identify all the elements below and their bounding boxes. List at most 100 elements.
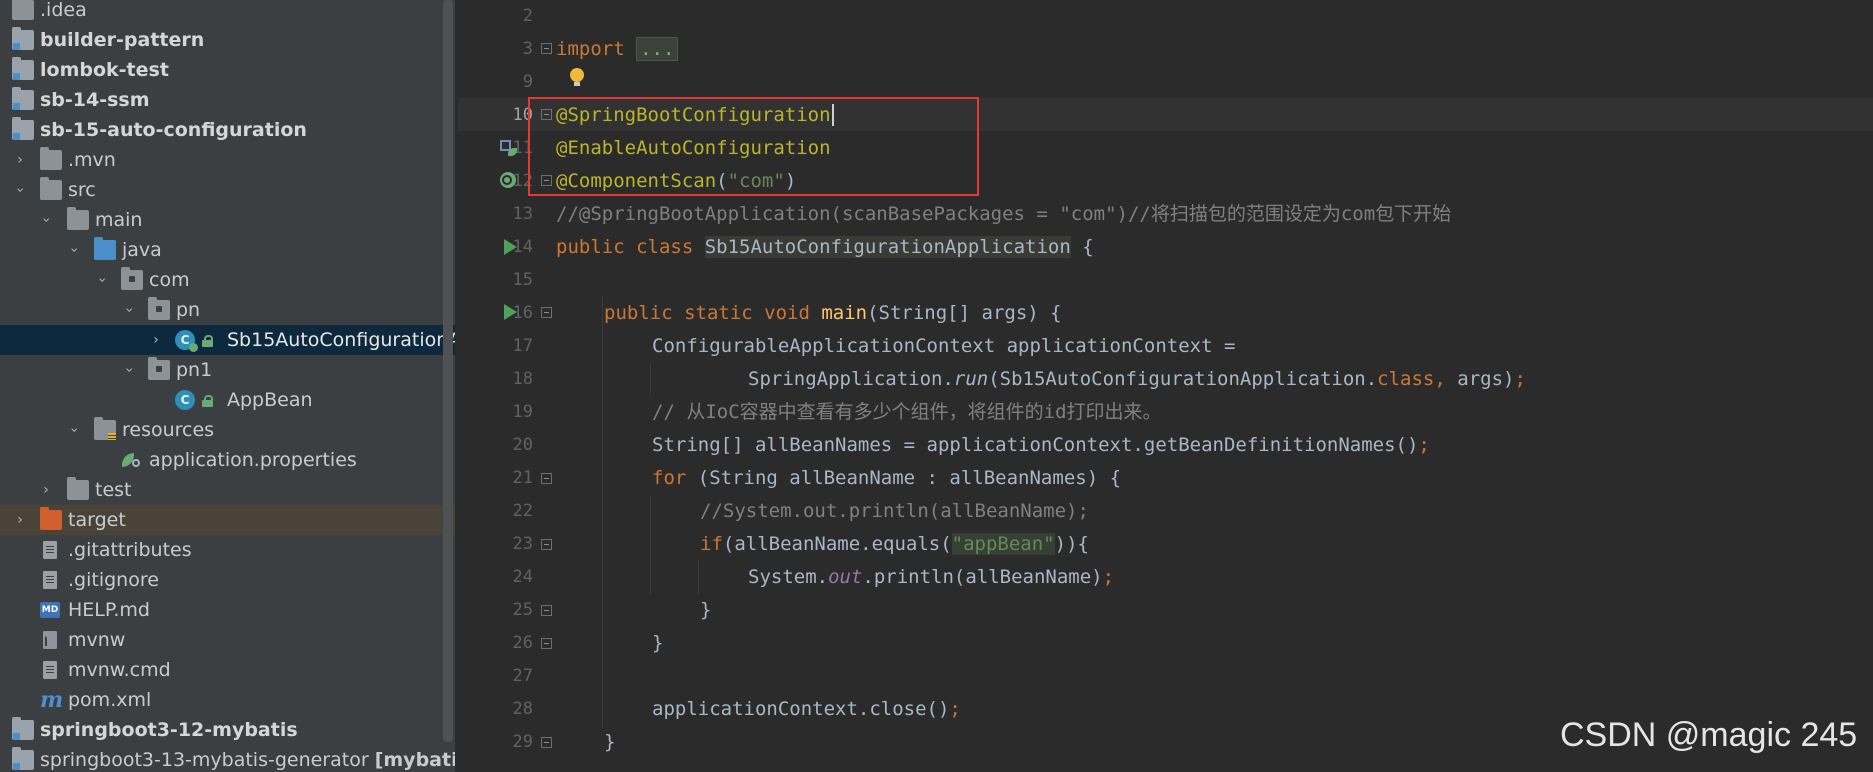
tree-item-label: mvnw.cmd xyxy=(68,659,171,681)
module-folder-icon xyxy=(12,747,34,770)
tree-item-springboot3-12-mybatis[interactable]: springboot3-12-mybatis xyxy=(0,715,455,745)
chevron-down-icon[interactable]: › xyxy=(59,242,89,258)
fold-marker-icon[interactable] xyxy=(541,43,552,54)
tree-item-builder-pattern[interactable]: builder-pattern xyxy=(0,25,455,55)
tree-item-java[interactable]: › java xyxy=(0,235,455,265)
tree-item-label: sb-15-auto-configuration xyxy=(40,119,307,141)
chevron-right-icon[interactable]: › xyxy=(12,145,28,175)
tree-item-label: java xyxy=(122,239,162,261)
tree-item-label: builder-pattern xyxy=(40,29,205,51)
run-icon[interactable] xyxy=(500,302,520,322)
tree-item-com[interactable]: › com xyxy=(0,265,455,295)
chevron-right-icon[interactable]: › xyxy=(12,505,28,535)
line-number: 2 xyxy=(522,6,533,26)
tree-item-appbean[interactable]: C AppBean xyxy=(0,385,455,415)
tree-item-pom-xml[interactable]: m pom.xml xyxy=(0,685,455,715)
tree-item-sb-15-auto-configuration[interactable]: sb-15-auto-configuration xyxy=(0,115,455,145)
code-line-23: if(allBeanName.equals("appBean")){ xyxy=(700,533,1089,555)
fold-marker-icon[interactable] xyxy=(541,473,552,484)
tree-item-gitignore[interactable]: .gitignore xyxy=(0,565,455,595)
tree-item-resources[interactable]: › resources xyxy=(0,415,455,445)
folder-icon xyxy=(40,147,62,170)
line-number: 19 xyxy=(512,402,533,422)
line-number: 12 xyxy=(512,171,533,191)
tree-item-label: .gitignore xyxy=(68,569,159,591)
fold-marker-icon[interactable] xyxy=(541,539,552,550)
module-folder-icon xyxy=(12,57,34,80)
shell-script-icon xyxy=(43,631,57,649)
tree-item-application-properties[interactable]: application.properties xyxy=(0,445,455,475)
tree-item-src[interactable]: › src xyxy=(0,175,455,205)
package-icon xyxy=(148,297,170,320)
line-number: 28 xyxy=(512,699,533,719)
folder-icon xyxy=(40,177,62,200)
tree-item-mvn[interactable]: › .mvn xyxy=(0,145,455,175)
chevron-down-icon[interactable]: › xyxy=(5,182,35,198)
line-number-current: 10 xyxy=(512,105,533,125)
ignore-file-icon xyxy=(43,571,57,589)
chevron-down-icon[interactable]: › xyxy=(59,422,89,438)
tree-item-pn1[interactable]: › pn1 xyxy=(0,355,455,385)
chevron-down-icon[interactable]: › xyxy=(114,302,144,318)
fold-marker-icon[interactable] xyxy=(541,605,552,616)
spring-scan-icon[interactable] xyxy=(498,170,518,190)
chevron-down-icon[interactable]: › xyxy=(114,362,144,378)
line-number: 13 xyxy=(512,204,533,224)
chevron-down-icon[interactable]: › xyxy=(87,272,117,288)
folded-imports[interactable]: ... xyxy=(636,37,679,61)
source-folder-icon xyxy=(94,237,116,260)
code-line-22: //System.out.println(allBeanName); xyxy=(700,500,1089,522)
tree-item-label: com xyxy=(149,269,190,291)
indent-guide xyxy=(650,363,651,396)
code-line-16: public static void main(String[] args) { xyxy=(604,302,1062,324)
chevron-right-icon[interactable]: › xyxy=(38,475,54,505)
tree-item-mvnw-cmd[interactable]: mvnw.cmd xyxy=(0,655,455,685)
line-number: 9 xyxy=(522,72,533,92)
tree-item-label: springboot3-13-mybatis-generator [mybati… xyxy=(40,745,455,772)
tree-item-test[interactable]: › test xyxy=(0,475,455,505)
tree-item-sb15-application[interactable]: › C Sb15AutoConfigurationAp xyxy=(0,325,455,355)
tree-item-help-md[interactable]: MD HELP.md xyxy=(0,595,455,625)
module-folder-icon xyxy=(12,27,34,50)
tree-item-label: main xyxy=(95,209,143,231)
tree-item-springboot3-13-mybatis-generator[interactable]: springboot3-13-mybatis-generator [mybati… xyxy=(0,745,455,772)
git-branch-label: [mybatis-ge xyxy=(374,749,455,771)
line-number: 3 xyxy=(522,39,533,59)
chevron-down-icon[interactable]: › xyxy=(31,212,61,228)
code-line-21: for (String allBeanName : allBeanNames) … xyxy=(652,467,1122,489)
tree-item-sb-14-ssm[interactable]: sb-14-ssm xyxy=(0,85,455,115)
tree-item-lombok-test[interactable]: lombok-test xyxy=(0,55,455,85)
lock-icon xyxy=(202,335,213,347)
run-icon[interactable] xyxy=(500,237,520,257)
tree-item-main[interactable]: › main xyxy=(0,205,455,235)
spring-boot-class-icon: C xyxy=(175,330,198,352)
line-number: 29 xyxy=(512,732,533,752)
fold-marker-icon[interactable] xyxy=(541,307,552,318)
tree-item-mvnw[interactable]: mvnw xyxy=(0,625,455,655)
intention-bulb-icon[interactable] xyxy=(570,68,584,86)
line-number: 18 xyxy=(512,369,533,389)
tree-item-label: mvnw xyxy=(68,629,126,651)
fold-marker-icon[interactable] xyxy=(541,737,552,748)
fold-marker-icon[interactable] xyxy=(541,638,552,649)
tree-item-label: .idea xyxy=(40,0,87,21)
tree-item-gitattributes[interactable]: .gitattributes xyxy=(0,535,455,565)
code-line-25: } xyxy=(700,599,712,621)
tree-item-label: springboot3-12-mybatis xyxy=(40,719,298,741)
tree-item-target[interactable]: › target xyxy=(0,505,455,535)
tree-item-label: pn1 xyxy=(176,359,213,381)
line-number: 23 xyxy=(512,534,533,554)
chevron-right-icon[interactable]: › xyxy=(148,325,164,355)
text-file-icon xyxy=(43,541,57,559)
package-icon xyxy=(148,357,170,380)
tree-item-idea[interactable]: .idea xyxy=(0,0,455,25)
code-line-19: // 从IoC容器中查看有多少个组件，将组件的id打印出来。 xyxy=(652,401,1162,423)
spring-beans-icon[interactable] xyxy=(498,138,518,158)
tree-item-label: pom.xml xyxy=(68,689,152,711)
tree-item-label: lombok-test xyxy=(40,59,169,81)
indent-guide xyxy=(602,297,603,727)
indent-guide xyxy=(698,561,699,594)
tree-item-pn[interactable]: › pn xyxy=(0,295,455,325)
code-line-3: import ... xyxy=(556,33,1856,66)
tree-scrollbar[interactable] xyxy=(443,0,453,742)
